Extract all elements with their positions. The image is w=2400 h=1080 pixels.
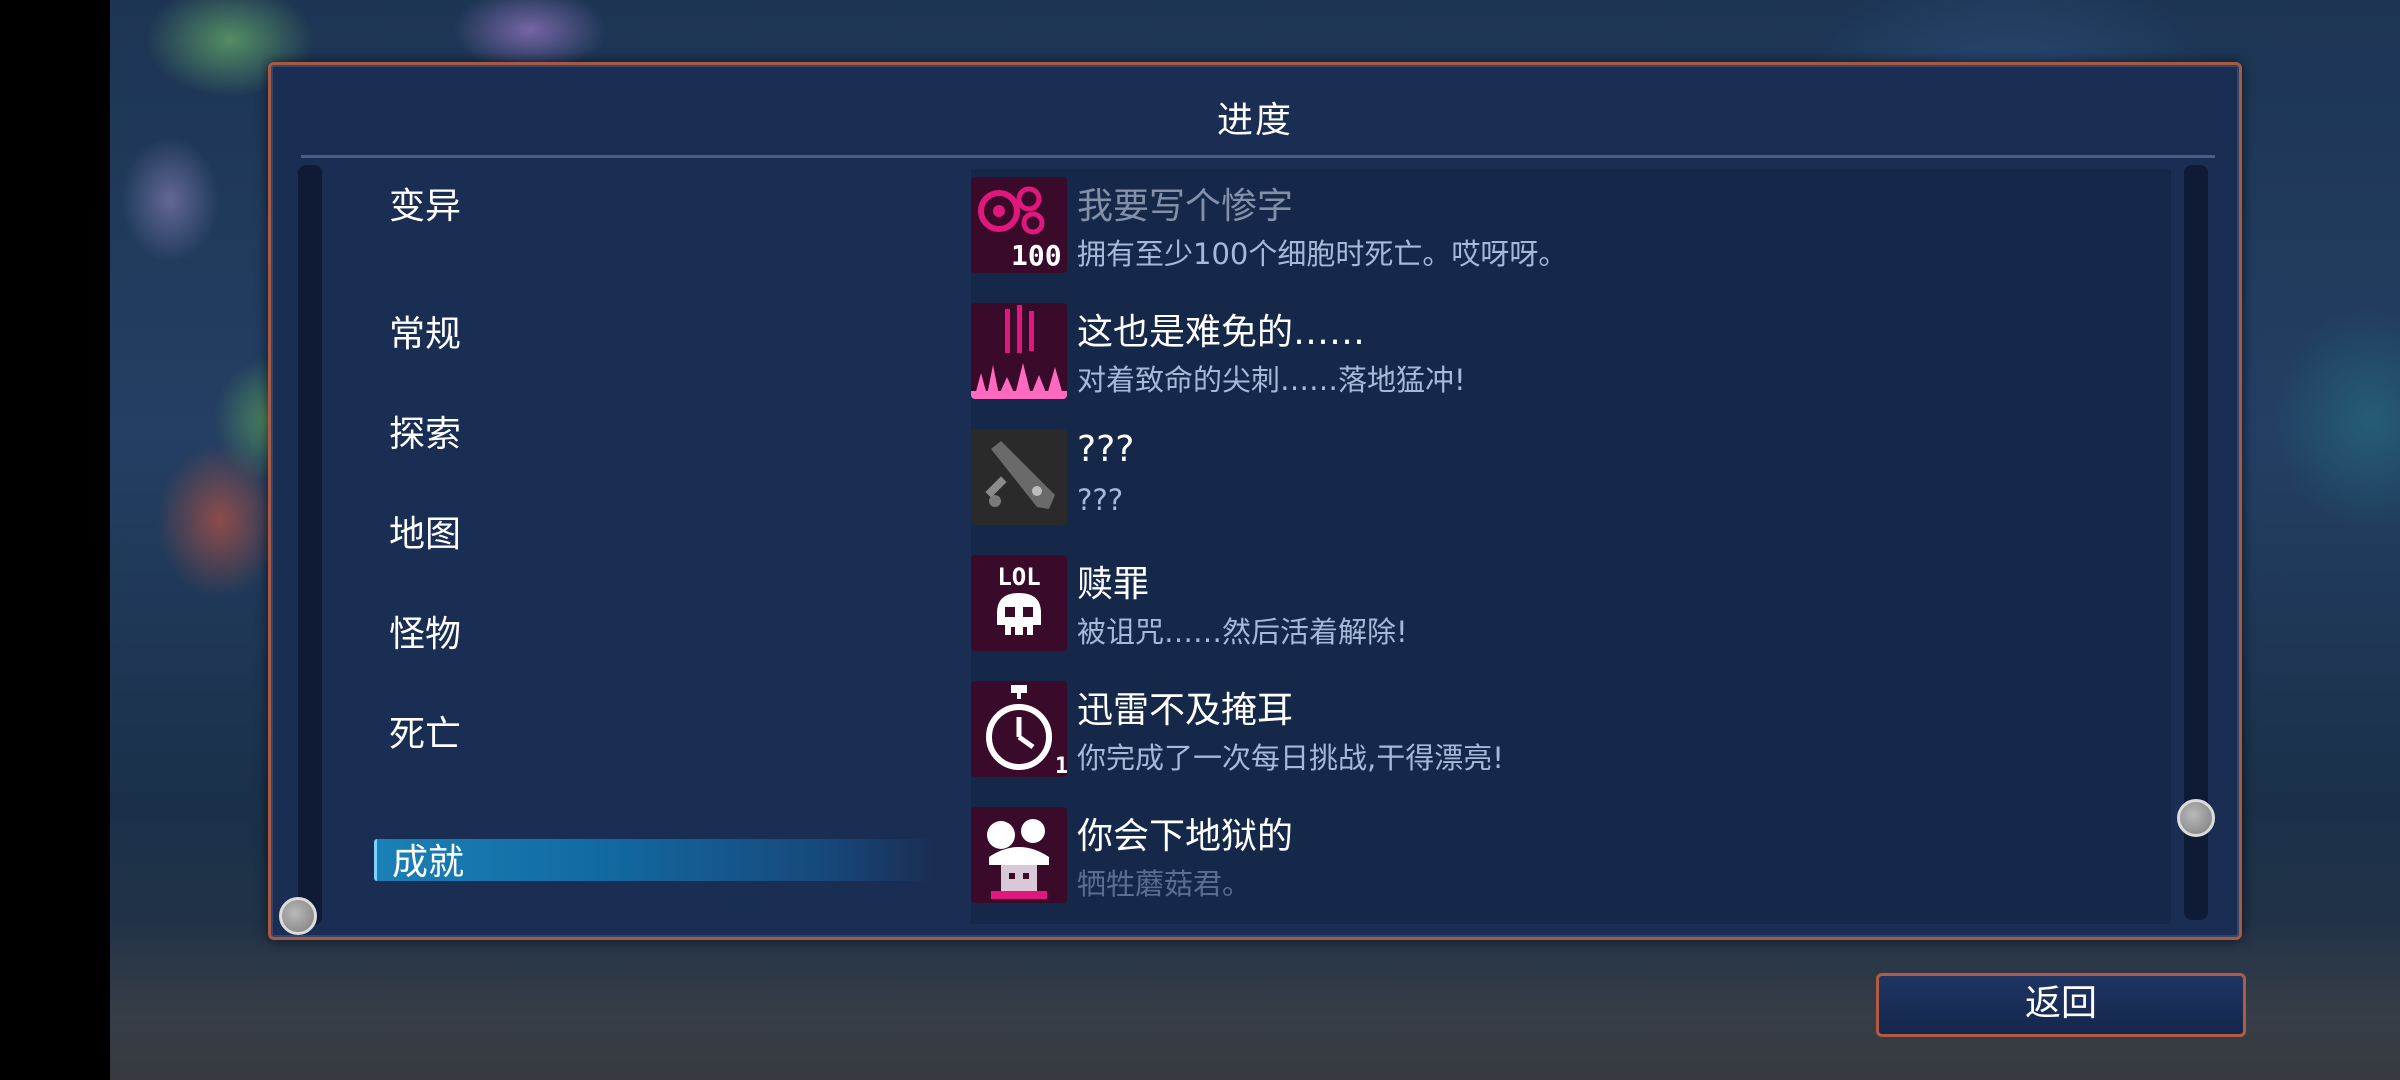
achievement-title: 这也是难免的……	[1077, 312, 1366, 353]
category-monsters[interactable]: 怪物	[389, 605, 461, 657]
category-scroll-knob[interactable]	[279, 897, 317, 935]
achievement-item: 1 迅雷不及掩耳 你完成了一次每日挑战,干得漂亮!	[971, 677, 2171, 781]
progress-panel: 进度 变异 常规 探索 地图 怪物 死亡 成就 100 我要写个惨字 拥有至少1…	[268, 62, 2242, 940]
category-exploration[interactable]: 探索	[389, 405, 461, 457]
stopwatch-icon: 1	[971, 681, 1067, 777]
achievement-description: 牺牲蘑菇君。	[1077, 867, 1252, 901]
spike-fall-icon	[971, 303, 1067, 399]
achievement-item: 你会下地狱的 牺牲蘑菇君。	[971, 803, 2171, 907]
achievement-title: 赎罪	[1077, 564, 1150, 605]
achievement-title: 我要写个惨字	[1077, 186, 1294, 227]
category-achievements-label: 成就	[392, 842, 465, 883]
achievement-item: ??? ???	[971, 425, 2171, 529]
achievement-description: 你完成了一次每日挑战,干得漂亮!	[1077, 741, 1504, 775]
achievement-list[interactable]: 100 我要写个惨字 拥有至少100个细胞时死亡。哎呀呀。 这也是难免的…… 对…	[971, 169, 2171, 924]
category-scrollbar[interactable]	[298, 165, 322, 925]
achievement-description: ???	[1077, 483, 1124, 517]
panel-title: 进度	[1216, 100, 1293, 141]
svg-text:100: 100	[1011, 239, 1062, 272]
mushroom-sacrifice-icon	[971, 807, 1067, 903]
category-achievements[interactable]: 成就	[374, 839, 937, 883]
category-mutations[interactable]: 变异	[389, 177, 461, 229]
lol-skull-icon: LOL	[971, 555, 1067, 651]
svg-text:LOL: LOL	[997, 563, 1040, 591]
cells-100-icon: 100	[971, 177, 1067, 273]
achievement-description: 对着致命的尖刺……落地猛冲!	[1077, 363, 1466, 397]
achievement-item: LOL 赎罪 被诅咒……然后活着解除!	[971, 551, 2171, 655]
achievement-item: 这也是难免的…… 对着致命的尖刺……落地猛冲!	[971, 299, 2171, 403]
title-divider	[301, 155, 2215, 158]
achievement-title: 你会下地狱的	[1077, 816, 1294, 857]
back-button[interactable]: 返回	[1876, 973, 2246, 1037]
achievement-description: 被诅咒……然后活着解除!	[1077, 615, 1408, 649]
achievement-description: 拥有至少100个细胞时死亡。哎呀呀。	[1077, 237, 1568, 271]
category-deaths[interactable]: 死亡	[389, 705, 461, 757]
locked-sword-icon	[971, 429, 1067, 525]
category-general[interactable]: 常规	[389, 305, 461, 357]
achievement-item: 100 我要写个惨字 拥有至少100个细胞时死亡。哎呀呀。	[971, 173, 2171, 277]
achievement-title: 迅雷不及掩耳	[1077, 690, 1294, 731]
category-map[interactable]: 地图	[389, 505, 461, 557]
achievement-title: ???	[1077, 429, 1135, 470]
svg-text:1: 1	[1055, 754, 1067, 777]
achievement-scroll-knob[interactable]	[2177, 799, 2215, 837]
